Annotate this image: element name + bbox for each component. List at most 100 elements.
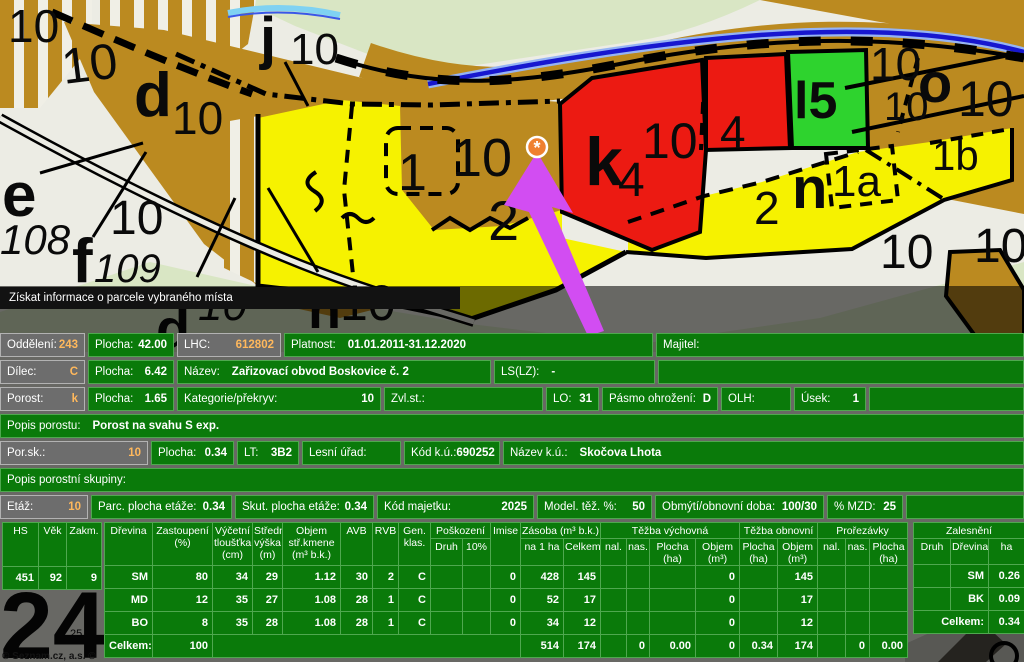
parcel-red-4[interactable]	[706, 54, 790, 150]
field-plocha-porost: Plocha:1.65	[88, 387, 174, 411]
field-value: 31	[579, 393, 592, 405]
cell: 0	[627, 635, 650, 658]
map-label: 10	[8, 0, 59, 52]
map-label: 10	[884, 85, 929, 129]
field-label: LHC:	[184, 339, 210, 351]
cell	[463, 589, 491, 612]
table-row: MD1235271.08281C05217017	[105, 589, 908, 612]
cell: 12	[153, 589, 213, 612]
cell	[870, 589, 908, 612]
field-label: Skut. plocha etáže:	[242, 501, 340, 513]
cell: 0.09	[989, 588, 1024, 611]
field-value: D	[703, 393, 711, 405]
cell	[463, 612, 491, 635]
map-label: n	[792, 156, 827, 221]
map-label: 10	[958, 71, 1014, 127]
info-bar: Získat informace o parcele vybraného mís…	[0, 287, 460, 309]
cell: 28	[341, 589, 373, 612]
cell	[818, 612, 846, 635]
map-label: l5	[794, 72, 837, 130]
cell: Celkem:	[914, 611, 989, 634]
field-value: 2025	[501, 501, 527, 513]
field-nazev: Název:Zařizovací obvod Boskovice č. 2	[177, 360, 491, 384]
cell: 1.12	[283, 566, 341, 589]
field-label: Parc. plocha etáže:	[98, 501, 196, 513]
field-empty	[658, 360, 1024, 384]
col-header: Výčetní tloušťka (cm)	[213, 523, 253, 566]
field-label: Porost:	[7, 393, 43, 405]
cell	[463, 566, 491, 589]
col-header: Druh	[914, 539, 951, 565]
cell	[431, 612, 463, 635]
cell	[650, 612, 696, 635]
table-header-row: HSVěkZakm.	[3, 523, 102, 567]
cell: 174	[564, 635, 601, 658]
cell: 8	[153, 612, 213, 635]
field-kod-ku: Kód k.ú.:690252	[404, 441, 500, 465]
field-obmyti: Obmýtí/obnovní doba:100/30	[655, 495, 824, 519]
field-label: Majitel:	[663, 339, 699, 351]
field-model-tez: Model. těž. %:50	[537, 495, 652, 519]
field-lo: LO: 31	[546, 387, 599, 411]
table-subheader-row: DruhDřevinaha	[914, 539, 1024, 565]
field-value: 243	[59, 339, 78, 351]
cell: C	[399, 589, 431, 612]
parcel-striped-3[interactable]	[224, 116, 258, 284]
field-value: Skočova Lhota	[580, 447, 662, 459]
cell	[740, 566, 778, 589]
table-header-row: Zalesnění	[914, 523, 1024, 539]
cell: 52	[521, 589, 564, 612]
col-header: Dřevina	[105, 523, 153, 566]
cell: 174	[778, 635, 818, 658]
cell: 9	[67, 567, 102, 590]
field-label: Popis porostu:	[7, 420, 81, 432]
field-plocha-porsk: Plocha:0.34	[151, 441, 234, 465]
field-label: Etáž:	[7, 501, 33, 513]
col-group-header: Těžba výchovná	[601, 523, 740, 539]
map-label: 10	[59, 33, 121, 95]
map-label: 10	[870, 38, 921, 90]
field-lesni-urad: Lesní úřad:	[302, 441, 401, 465]
cell	[601, 589, 627, 612]
table-row: BK0.09	[914, 588, 1024, 611]
table-total-row: Celkem:100 51417400.0000.3417400.00	[105, 635, 908, 658]
cell: 0.26	[989, 565, 1024, 588]
cell	[870, 612, 908, 635]
col-header: nal.	[818, 539, 846, 566]
field-dilec: Dílec:C	[0, 360, 85, 384]
map-label: 10	[642, 113, 698, 169]
table-row: BO835281.08281C03412012	[105, 612, 908, 635]
info-bar-text: Získat informace o parcele vybraného mís…	[9, 292, 233, 304]
field-label: Dílec:	[7, 366, 36, 378]
cell: 12	[564, 612, 601, 635]
field-label: Lesní úřad:	[309, 447, 367, 459]
species-table-left: HSVěkZakm. 451929	[2, 522, 102, 590]
cell: 17	[778, 589, 818, 612]
cell	[846, 566, 870, 589]
field-usek: Úsek:1	[794, 387, 866, 411]
field-value: 0.34	[203, 501, 225, 513]
field-value: Zařizovací obvod Boskovice č. 2	[232, 366, 409, 378]
field-majitel: Majitel:	[656, 333, 1024, 357]
table-row: SM8034291.12302C04281450145	[105, 566, 908, 589]
map-label: 4	[618, 154, 645, 207]
col-header: RVB	[373, 523, 399, 566]
map-label: 10	[974, 220, 1024, 273]
field-value: 0.34	[205, 447, 227, 459]
cell	[431, 566, 463, 589]
col-group-header: Zásoba (m³ b.k.)	[521, 523, 601, 539]
col-group-header: Prořezávky	[818, 523, 908, 539]
cell: 145	[564, 566, 601, 589]
field-label: Kód k.ú.:	[411, 447, 456, 459]
col-group-header: Těžba obnovní	[740, 523, 818, 539]
field-skut-plocha: Skut. plocha etáže:0.34	[235, 495, 374, 519]
cell: 514	[521, 635, 564, 658]
field-kategorie: Kategorie/překryv:10	[177, 387, 381, 411]
field-value: Porost na svahu S exp.	[93, 420, 220, 432]
field-label: LO:	[553, 393, 572, 405]
cell: 100	[153, 635, 213, 658]
map-label: 10	[290, 25, 339, 74]
cell	[650, 589, 696, 612]
col-header: Gen. klas.	[399, 523, 431, 566]
cell	[818, 589, 846, 612]
